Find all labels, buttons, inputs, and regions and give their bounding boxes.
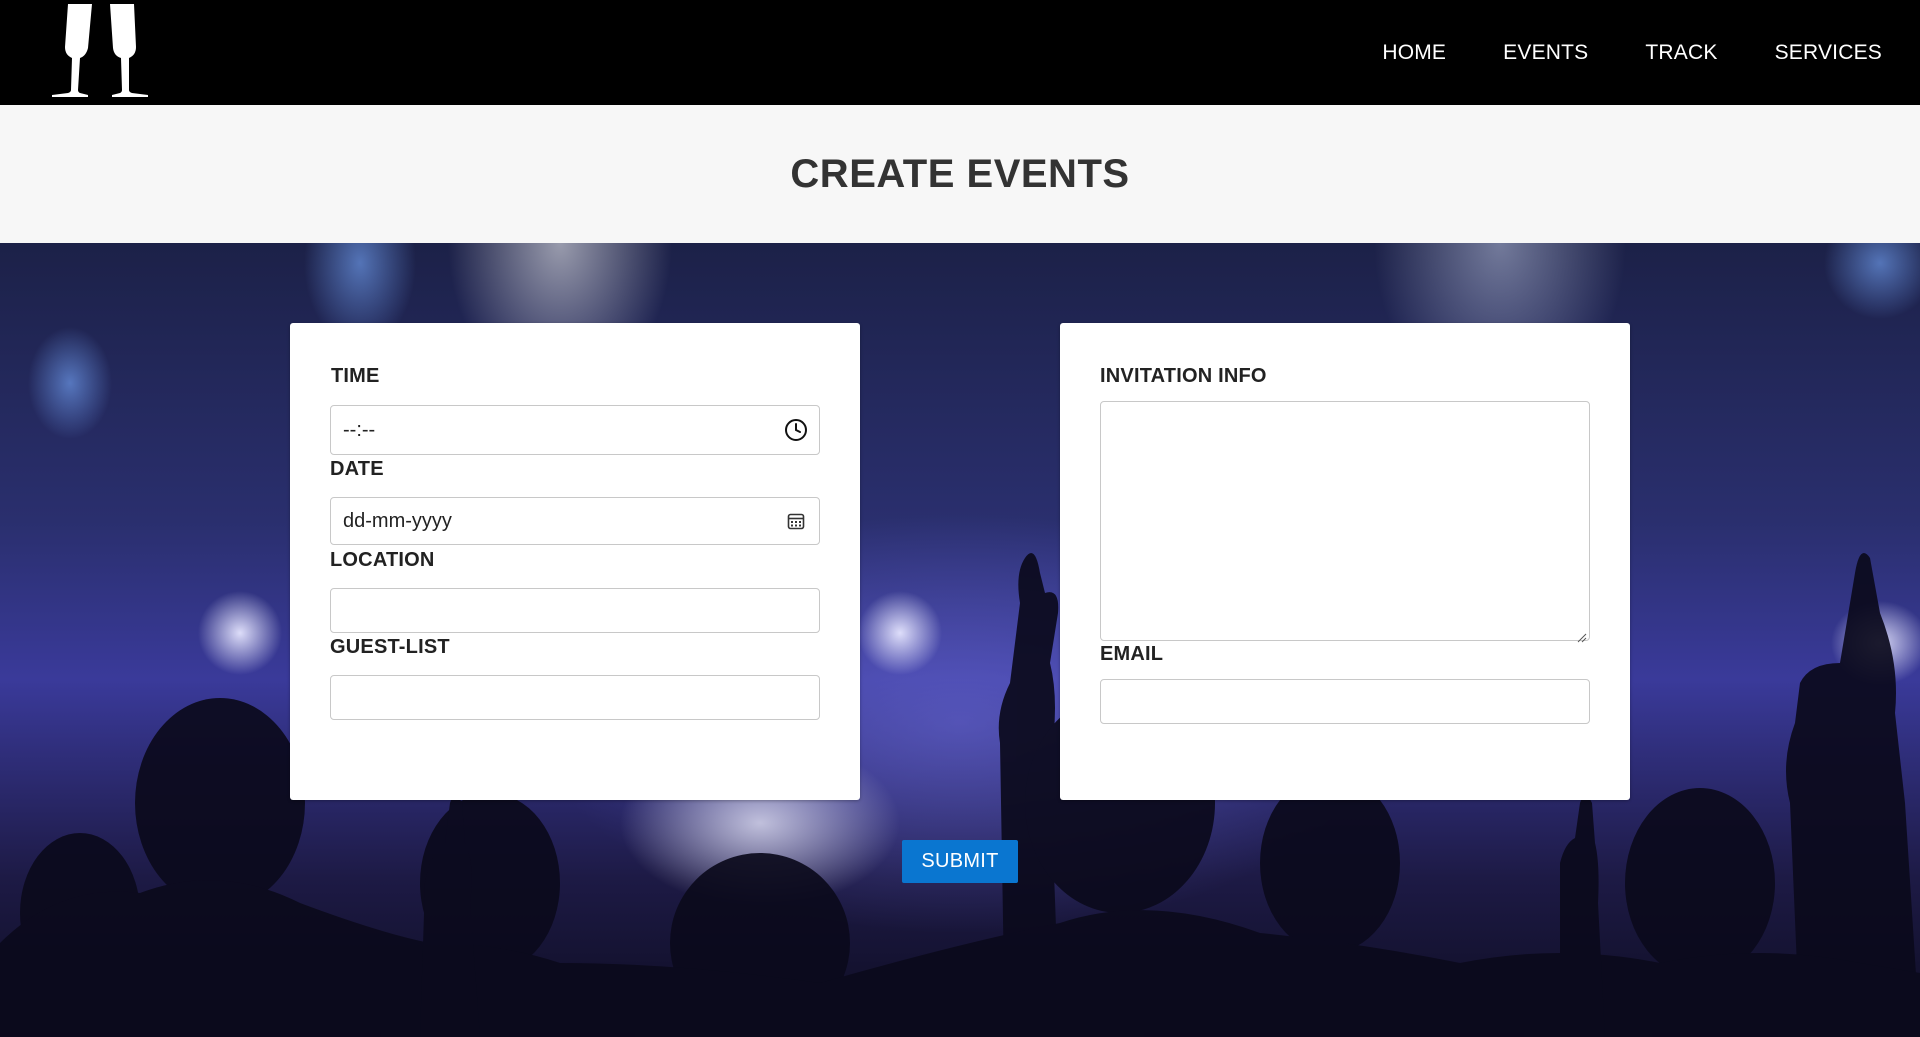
- nav-track[interactable]: TRACK: [1645, 41, 1717, 65]
- date-input[interactable]: dd-mm-yyyy: [330, 497, 820, 545]
- location-label: LOCATION: [330, 549, 435, 571]
- date-input-value: dd-mm-yyyy: [343, 509, 452, 532]
- invitation-info-textarea[interactable]: [1100, 401, 1590, 643]
- resize-handle-icon[interactable]: [1575, 626, 1587, 643]
- invitation-card: INVITATION INFO EMAIL: [1060, 323, 1630, 800]
- guest-list-input[interactable]: [330, 675, 820, 720]
- time-input-value: --:--: [343, 418, 376, 441]
- time-input[interactable]: --:--: [330, 405, 820, 455]
- calendar-icon[interactable]: [783, 508, 809, 534]
- nav-services[interactable]: SERVICES: [1775, 41, 1882, 65]
- title-band: CREATE EVENTS: [0, 105, 1920, 243]
- navbar: HOME EVENTS TRACK SERVICES: [0, 0, 1920, 105]
- nav-menu: HOME EVENTS TRACK SERVICES: [1325, 0, 1882, 105]
- clock-icon[interactable]: [783, 417, 809, 443]
- event-details-card: TIME --:-- DATE dd-mm-yyyy LOCATION GUES…: [290, 323, 860, 800]
- invitation-info-label: INVITATION INFO: [1100, 365, 1267, 387]
- date-label: DATE: [330, 458, 384, 480]
- concert-background-image: [0, 243, 1920, 1037]
- nav-events[interactable]: EVENTS: [1503, 41, 1588, 65]
- page-title: CREATE EVENTS: [790, 151, 1130, 196]
- email-input[interactable]: [1100, 679, 1590, 724]
- guest-list-label: GUEST-LIST: [330, 636, 450, 658]
- time-label: TIME: [331, 365, 380, 387]
- crowd-silhouette: [0, 553, 1920, 1037]
- submit-button[interactable]: SUBMIT: [902, 840, 1018, 883]
- location-input[interactable]: [330, 588, 820, 633]
- nav-home[interactable]: HOME: [1382, 41, 1446, 65]
- champagne-glasses-logo-icon[interactable]: [48, 0, 152, 100]
- email-label: EMAIL: [1100, 643, 1164, 665]
